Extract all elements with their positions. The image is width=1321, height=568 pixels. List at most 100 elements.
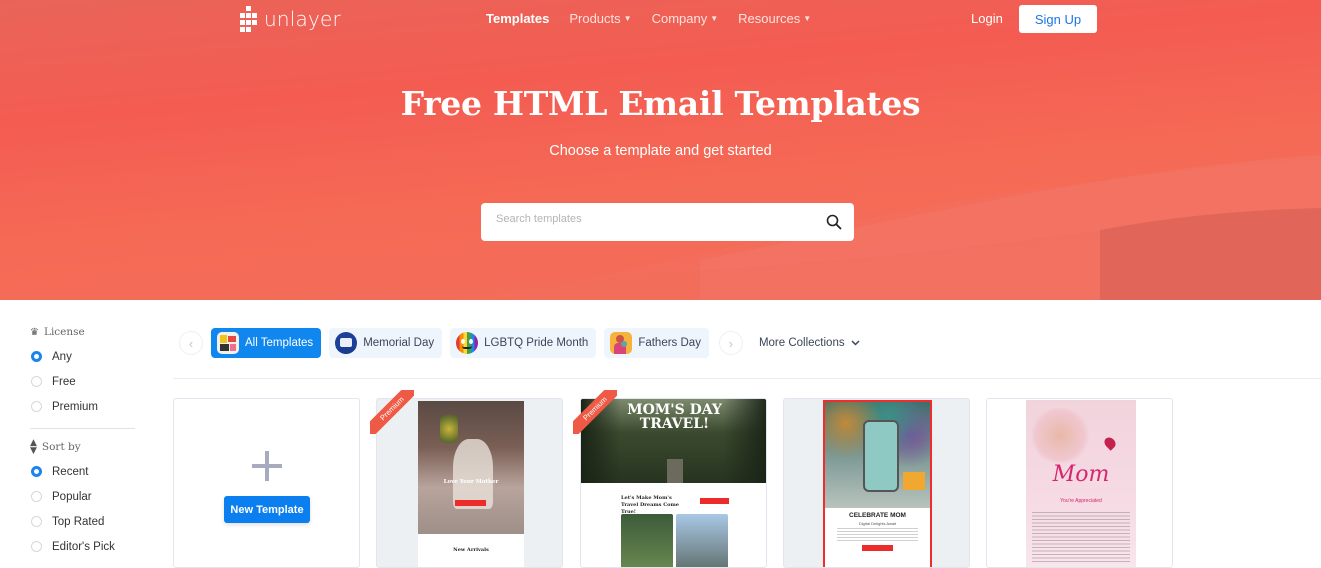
chevron-left-icon: ‹ — [188, 335, 194, 351]
sidebar-divider — [30, 428, 135, 429]
rainbow-face-icon — [456, 332, 479, 354]
template-thumbnail: CELEBRATE MOM Digital Delights Await — [823, 400, 932, 567]
thumbnail-headline: Mom — [1052, 462, 1110, 487]
nav-products[interactable]: Products ▼ — [569, 11, 631, 26]
license-option-premium[interactable]: Premium — [30, 394, 136, 419]
thumbnail-headline: CELEBRATE MOM — [849, 512, 906, 519]
template-thumbnail: Love Your Mother New Arrivals — [418, 401, 524, 567]
caret-down-icon: ▼ — [803, 14, 812, 23]
collections-prev-button[interactable]: ‹ — [179, 331, 203, 355]
brand-logo[interactable]: unlayer — [240, 6, 341, 32]
sign-up-button[interactable]: Sign Up — [1019, 5, 1097, 33]
chevron-down-icon — [851, 340, 860, 346]
new-template-button[interactable]: New Template — [224, 496, 310, 523]
collection-all-templates[interactable]: All Templates — [211, 328, 322, 358]
top-navigation: unlayer Templates Products ▼ Company ▼ Res… — [0, 0, 1321, 38]
radio-unselected[interactable] — [31, 541, 42, 552]
thumbnail-photo — [825, 402, 930, 508]
plus-icon — [252, 451, 282, 481]
premium-badge-label: Premium — [573, 390, 617, 434]
login-link[interactable]: Login — [971, 11, 1003, 26]
license-heading-label: License — [43, 326, 85, 338]
hero-banner: unlayer Templates Products ▼ Company ▼ Res… — [0, 0, 1321, 300]
template-card[interactable]: CELEBRATE MOM Digital Delights Await — [783, 398, 970, 568]
caret-down-icon: ▼ — [623, 14, 632, 23]
chip-label: LGBTQ Pride Month — [484, 337, 589, 349]
thumbnail-subhead: You're Appreciated — [1060, 498, 1102, 504]
brand-name: unlayer — [264, 7, 341, 31]
radio-label: Editor's Pick — [52, 540, 115, 553]
all-templates-icon — [217, 332, 239, 354]
nav-templates[interactable]: Templates — [486, 11, 549, 26]
search-icon[interactable] — [826, 214, 842, 230]
thumbnail-headline: Love Your Mother — [443, 479, 499, 485]
chip-label: All Templates — [245, 337, 314, 349]
radio-label: Premium — [52, 400, 99, 413]
thumbnail-cta — [455, 500, 486, 506]
radio-unselected[interactable] — [31, 401, 42, 412]
sort-option-editors-pick[interactable]: Editor's Pick — [30, 534, 136, 559]
nav-resources[interactable]: Resources ▼ — [738, 11, 811, 26]
collection-fathers-day[interactable]: Fathers Day — [604, 328, 709, 358]
search-box — [481, 203, 854, 241]
sort-heading: ▲ ▼ Sort by — [30, 435, 136, 459]
chevron-right-icon: › — [728, 335, 734, 351]
thumbnail-body-text — [837, 528, 918, 542]
more-collections-dropdown[interactable]: More Collections — [759, 337, 860, 349]
chip-label: Fathers Day — [638, 337, 701, 349]
sort-icon: ▲ ▼ — [30, 438, 37, 456]
radio-label: Popular — [52, 490, 92, 503]
filter-sidebar: ♛ License Any Free Premium ▲ ▼ Sort by Re… — [30, 320, 136, 559]
thumbnail-cta — [700, 498, 729, 504]
radio-selected[interactable] — [31, 466, 42, 477]
collection-lgbtq-pride-month[interactable]: LGBTQ Pride Month — [450, 328, 597, 358]
thumbnail-photo-temple — [676, 514, 728, 567]
page-title: Free HTML Email Templates — [400, 84, 921, 123]
thumbnail-footer-text: New Arrivals — [453, 547, 489, 553]
radio-label: Any — [52, 350, 72, 363]
radio-label: Recent — [52, 465, 89, 478]
nav-templates-label: Templates — [486, 11, 550, 26]
template-thumbnail: Mom You're Appreciated — [1026, 400, 1136, 567]
collection-memorial-day[interactable]: Memorial Day — [329, 328, 443, 358]
fathers-day-icon — [610, 332, 633, 354]
collections-next-button[interactable]: › — [718, 331, 743, 355]
thumbnail-photo — [418, 401, 524, 534]
radio-label: Free — [52, 375, 76, 388]
thumbnail-photo-waterfall — [621, 514, 673, 567]
caret-down-icon: ▼ — [710, 14, 719, 23]
license-option-any[interactable]: Any — [30, 344, 136, 369]
license-option-free[interactable]: Free — [30, 369, 136, 394]
thumbnail-cta — [862, 545, 893, 551]
new-template-card[interactable]: New Template — [173, 398, 360, 568]
nav-resources-label: Resources — [738, 11, 801, 26]
search-input[interactable] — [496, 213, 816, 225]
sort-option-recent[interactable]: Recent — [30, 459, 136, 484]
radio-unselected[interactable] — [31, 516, 42, 527]
more-collections-label: More Collections — [758, 337, 845, 349]
premium-badge: Premium — [573, 390, 617, 434]
template-card[interactable]: Mom You're Appreciated — [986, 398, 1173, 568]
nav-company-label: Company — [651, 11, 708, 26]
sort-option-popular[interactable]: Popular — [30, 484, 136, 509]
crown-icon: ♛ — [30, 326, 39, 338]
memorial-day-icon — [335, 332, 358, 354]
radio-unselected[interactable] — [31, 376, 42, 387]
sort-option-top-rated[interactable]: Top Rated — [30, 509, 136, 534]
chip-label: Memorial Day — [363, 337, 435, 349]
collections-bar: ‹ All Templates Memorial Day LGBTQ Pride… — [179, 328, 860, 358]
premium-badge-label: Premium — [370, 390, 414, 434]
sort-heading-label: Sort by — [41, 441, 81, 453]
nav-links: Templates Products ▼ Company ▼ Resources ▼ — [486, 11, 811, 26]
nav-company[interactable]: Company ▼ — [652, 11, 719, 26]
page-subtitle: Choose a template and get started — [549, 143, 772, 159]
radio-selected[interactable] — [31, 351, 42, 362]
premium-badge: Premium — [370, 390, 414, 434]
radio-unselected[interactable] — [31, 491, 42, 502]
thumbnail-subhead: Let's Make Mom's Travel Dreams Come True… — [621, 495, 679, 515]
thumbnail-body-text — [1032, 512, 1130, 562]
radio-label: Top Rated — [52, 515, 105, 528]
unlayer-logo-icon — [240, 6, 260, 32]
license-heading: ♛ License — [30, 320, 136, 344]
nav-products-label: Products — [569, 11, 621, 26]
